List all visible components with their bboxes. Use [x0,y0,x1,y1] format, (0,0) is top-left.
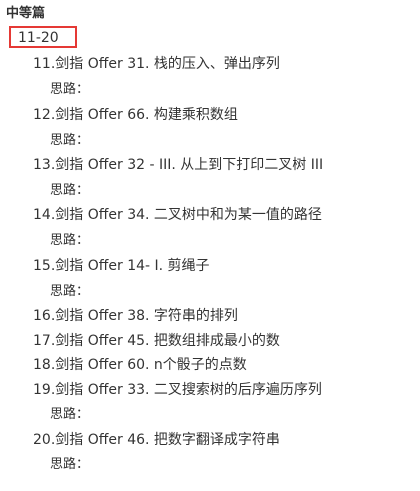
outline-item-12[interactable]: 12.剑指 Offer 66. 构建乘积数组 [33,106,238,124]
outline-note-19[interactable]: 思路： [50,406,89,424]
outline-item-11[interactable]: 11.剑指 Offer 31. 栈的压入、弹出序列 [33,55,280,73]
outline-note-14[interactable]: 思路： [50,232,89,250]
outline-item-14[interactable]: 14.剑指 Offer 34. 二叉树中和为某一值的路径 [33,206,322,224]
outline-item-20[interactable]: 20.剑指 Offer 46. 把数字翻译成字符串 [33,431,280,449]
outline-note-20[interactable]: 思路： [50,456,89,474]
outline-note-12[interactable]: 思路： [50,132,89,150]
outline-item-15[interactable]: 15.剑指 Offer 14- I. 剪绳子 [33,257,210,275]
outline-item-17[interactable]: 17.剑指 Offer 45. 把数组排成最小的数 [33,332,280,350]
outline-panel: 中等篇 11-20 11.剑指 Offer 31. 栈的压入、弹出序列 思路： … [0,0,420,491]
outline-note-13[interactable]: 思路： [50,182,89,200]
outline-item-19[interactable]: 19.剑指 Offer 33. 二叉搜索树的后序遍历序列 [33,381,322,399]
outline-note-15[interactable]: 思路： [50,283,89,301]
outline-note-11[interactable]: 思路： [50,81,89,99]
section-title[interactable]: 中等篇 [6,5,45,23]
outline-item-18[interactable]: 18.剑指 Offer 60. n个骰子的点数 [33,356,247,374]
range-heading[interactable]: 11-20 [18,29,59,47]
outline-item-16[interactable]: 16.剑指 Offer 38. 字符串的排列 [33,307,238,325]
outline-item-13[interactable]: 13.剑指 Offer 32 - III. 从上到下打印二叉树 III [33,156,323,174]
